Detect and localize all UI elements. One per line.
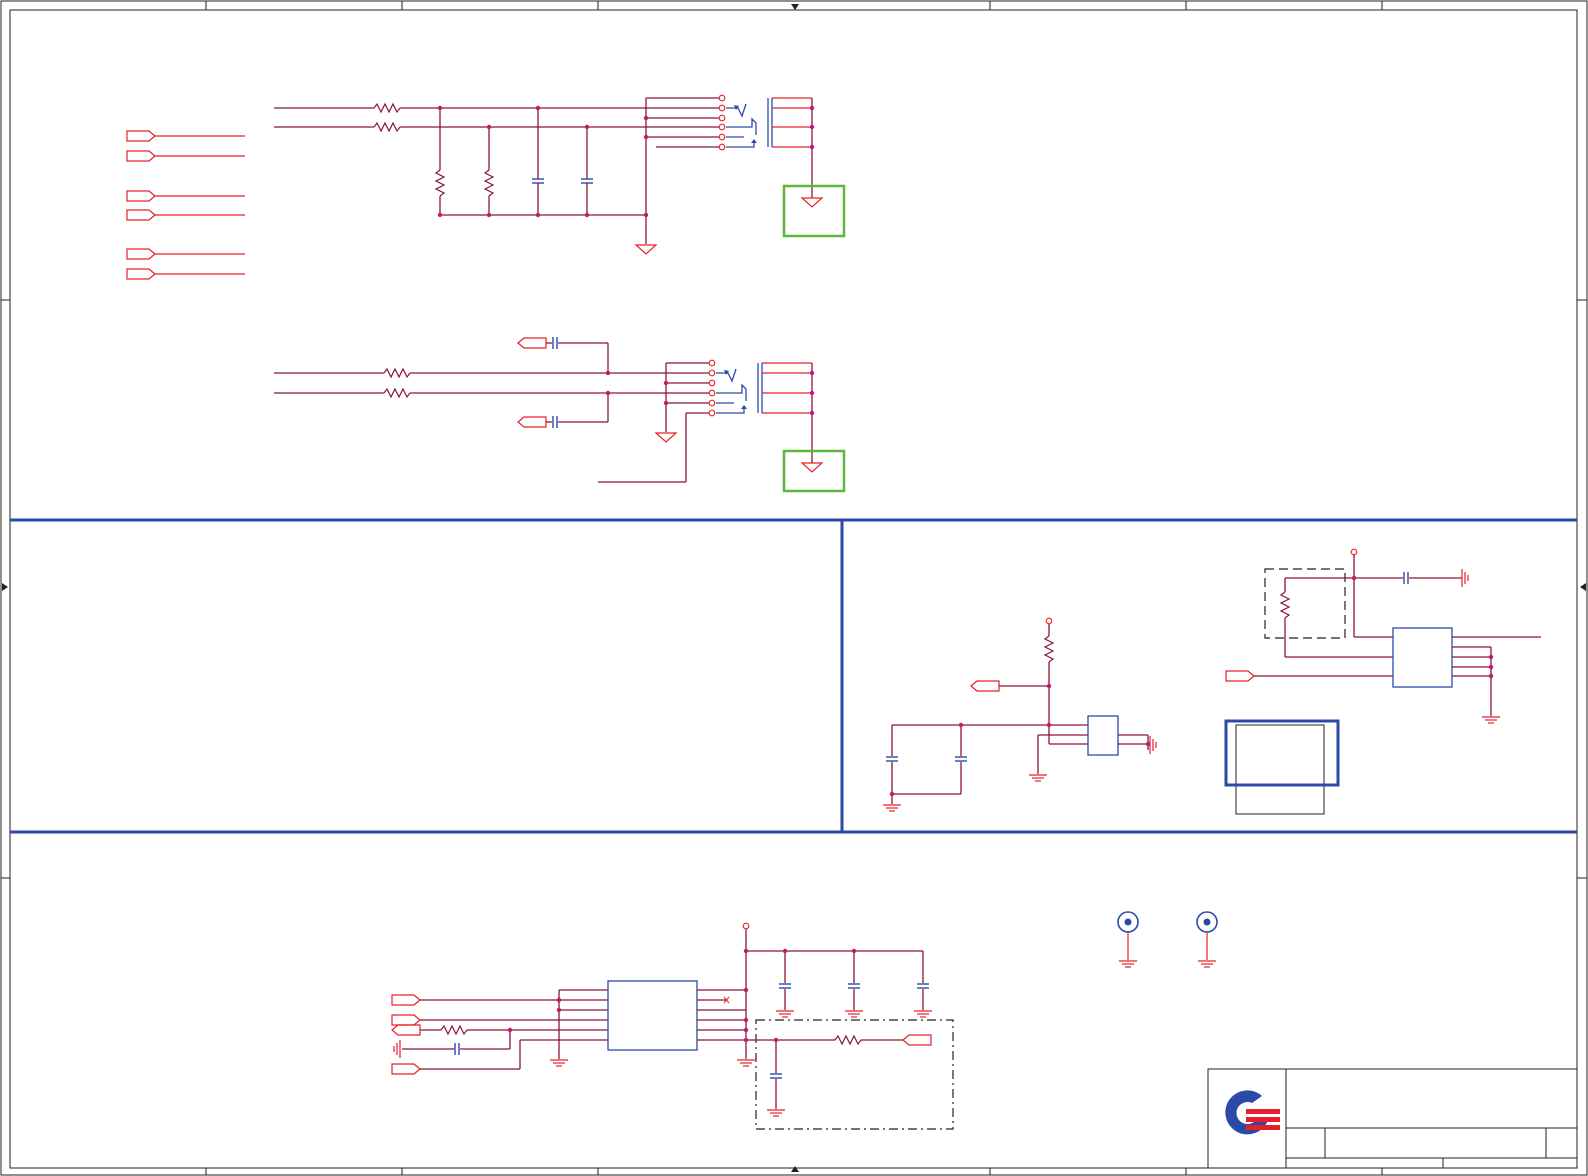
quanta-logo (1225, 1090, 1280, 1135)
jack-1-contacts (726, 98, 773, 148)
mounting-hole-1 (1117, 911, 1139, 968)
ic-small (1087, 715, 1119, 756)
component-footprint (1235, 724, 1325, 815)
audio-jack-1-circuit (126, 94, 846, 280)
ic-sensor (1392, 627, 1453, 688)
mounting-hole-2 (1196, 911, 1218, 968)
highlight-box-gnd-1 (782, 184, 846, 238)
dashed-option-box (1264, 568, 1346, 639)
audio-jack-2-circuit (274, 336, 846, 493)
jack-2-pins (708, 359, 716, 417)
schematic-sheet (0, 0, 1588, 1176)
ic-main (607, 980, 698, 1051)
zone-ticks (1, 1, 1587, 1175)
jack-1-pins (718, 94, 726, 151)
title-block (1207, 1068, 1578, 1169)
input-ports-left (126, 130, 245, 280)
transistor-circuit (882, 617, 1157, 812)
sheet-frame (0, 0, 1588, 1176)
jack-2-contacts (716, 363, 763, 414)
highlight-box-footprint (1224, 719, 1340, 787)
sensor-ic-circuit (1224, 548, 1541, 815)
bottom-ic-circuit (391, 922, 954, 1130)
